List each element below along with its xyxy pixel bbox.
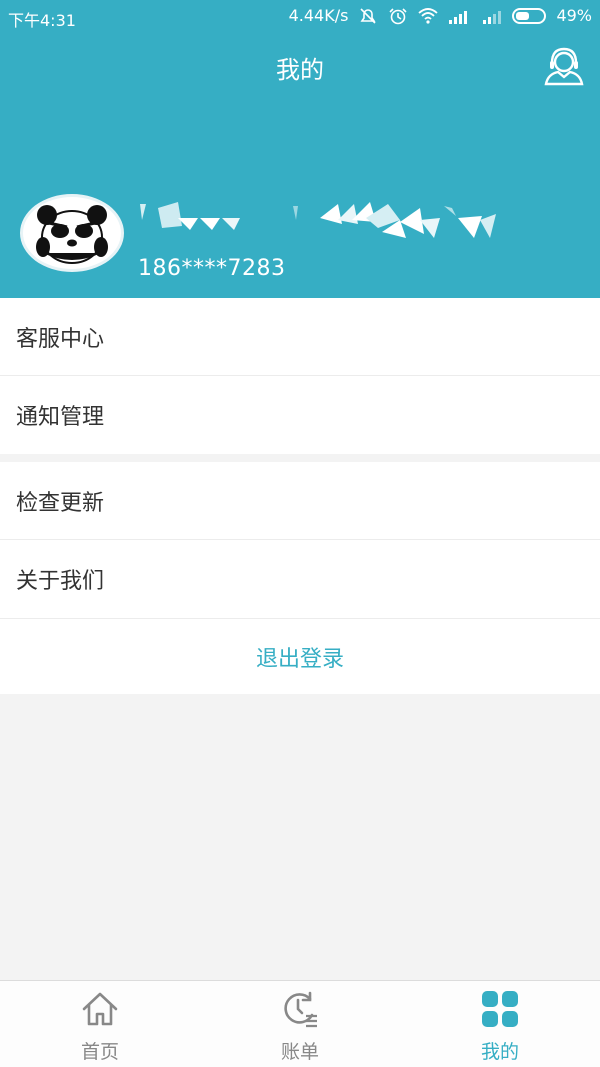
menu-item-about-us[interactable]: 关于我们 bbox=[0, 540, 600, 618]
status-time: 下午4:31 bbox=[8, 11, 76, 30]
status-bar: 下午4:31 4.44K/s 49% bbox=[0, 0, 600, 32]
page-title: 我的 bbox=[276, 56, 324, 84]
tab-mine[interactable]: 我的 bbox=[400, 981, 600, 1067]
home-icon bbox=[82, 992, 118, 1026]
menu-item-check-update[interactable]: 检查更新 bbox=[0, 462, 600, 540]
username-masked bbox=[140, 202, 496, 238]
customer-service-icon[interactable] bbox=[542, 44, 586, 88]
menu-item-label: 关于我们 bbox=[16, 569, 105, 594]
signal-icon bbox=[483, 10, 502, 24]
menu-item-label: 客服中心 bbox=[16, 326, 105, 352]
avatar[interactable] bbox=[20, 194, 124, 272]
tab-label: 首页 bbox=[80, 1041, 119, 1063]
tab-bill[interactable]: 账单 bbox=[200, 981, 400, 1067]
menu-item-label: 通知管理 bbox=[16, 405, 105, 430]
phone-number: 186****7283 bbox=[138, 256, 286, 281]
alarm-icon bbox=[389, 7, 408, 24]
network-speed: 4.44K/s bbox=[288, 6, 349, 25]
signal-4g-icon bbox=[449, 10, 468, 24]
menu-item-label: 检查更新 bbox=[16, 490, 105, 516]
menu-item-customer-service[interactable]: 客服中心 bbox=[0, 298, 600, 376]
menu-item-notification-management[interactable]: 通知管理 bbox=[0, 376, 600, 454]
menu-group-2: 检查更新 关于我们 bbox=[0, 462, 600, 618]
battery-percent: 49% bbox=[556, 6, 592, 25]
logout-label: 退出登录 bbox=[255, 646, 344, 672]
wifi-icon bbox=[418, 7, 439, 24]
tab-label: 我的 bbox=[480, 1041, 519, 1063]
tab-label: 账单 bbox=[280, 1041, 319, 1063]
status-right: 4.44K/s 49% bbox=[289, 6, 592, 25]
battery-icon bbox=[512, 7, 547, 24]
grid-icon bbox=[482, 991, 518, 1027]
mute-icon bbox=[360, 7, 377, 24]
logout-button[interactable]: 退出登录 bbox=[0, 618, 600, 694]
bottom-tab-bar: 首页 账单 我的 bbox=[0, 980, 600, 1067]
tab-home[interactable]: 首页 bbox=[0, 981, 200, 1067]
panda-avatar-icon bbox=[36, 205, 108, 264]
profile-header: 下午4:31 4.44K/s 49% 我的 186****7283 bbox=[0, 0, 600, 298]
bill-history-icon bbox=[284, 991, 317, 1028]
menu-group-1: 客服中心 通知管理 bbox=[0, 298, 600, 454]
